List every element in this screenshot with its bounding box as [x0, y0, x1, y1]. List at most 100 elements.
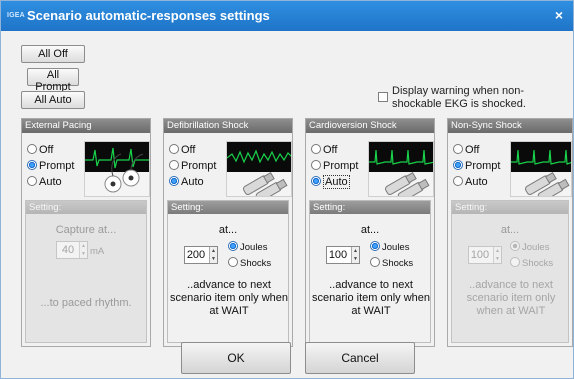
setting-footer: ...to paced rhythm. [40, 297, 132, 309]
shock-warning-label: Display warning when non-shockable EKG i… [392, 85, 526, 110]
radio-label: Prompt [39, 160, 75, 172]
setting-box: Setting: at... 100 ▲ ▼ Joules Shocks ..ad… [309, 200, 431, 343]
dialog-title: Scenario automatic-responses settings [27, 8, 270, 23]
radio-off[interactable]: Off [453, 143, 479, 157]
stepper-arrows-icon[interactable]: ▲ ▼ [351, 247, 359, 263]
stepper-value: 100 [328, 249, 348, 261]
stepper-arrows-icon[interactable]: ▲ ▼ [79, 242, 87, 258]
radio-prompt-button[interactable] [311, 160, 321, 170]
radio-off-button[interactable] [453, 144, 463, 154]
value-stepper[interactable]: 200 ▲ ▼ [184, 246, 218, 264]
unit-radio-button[interactable] [370, 257, 380, 267]
unit-radio-button[interactable] [228, 241, 238, 251]
setting-header: Setting: [310, 201, 430, 214]
unit-label: Joules [240, 242, 268, 253]
shock-warning-checkbox[interactable] [378, 92, 388, 102]
setting-prompt: at... [218, 224, 238, 236]
radio-auto-button[interactable] [27, 176, 37, 186]
radio-auto[interactable]: Auto [27, 175, 62, 189]
cancel-button[interactable]: Cancel [305, 342, 415, 374]
stepper-arrows-icon[interactable]: ▲ ▼ [209, 247, 217, 263]
radio-off[interactable]: Off [311, 143, 337, 157]
setting-box: Setting: at... 100 ▲ ▼ Joules Shocks ..ad… [451, 200, 569, 343]
value-stepper[interactable]: 40 ▲ ▼ [56, 241, 88, 259]
settings-dialog: IGEA Scenario automatic-responses settin… [0, 0, 574, 379]
stepper-value: 200 [186, 249, 206, 261]
panel-title: Non-Sync Shock [448, 119, 572, 133]
stepper-value: 100 [470, 249, 490, 261]
radio-label: Auto [323, 175, 350, 189]
radio-off-button[interactable] [169, 144, 179, 154]
unit-option-joules[interactable]: Joules [510, 241, 549, 254]
defibrillator-paddles-icon [510, 141, 572, 197]
radio-auto[interactable]: Auto [311, 175, 350, 189]
app-logo: IGEA [7, 12, 25, 19]
value-stepper[interactable]: 100 ▲ ▼ [468, 246, 502, 264]
unit-label: Shocks [522, 258, 554, 269]
unit-option-joules[interactable]: Joules [228, 241, 267, 254]
radio-auto[interactable]: Auto [169, 175, 204, 189]
setting-box: Setting: Capture at... 40 ▲ ▼ mA ...to pa… [25, 200, 147, 343]
defibrillator-paddles-icon [226, 141, 292, 197]
all-prompt-button[interactable]: All Prompt [27, 68, 79, 93]
unit-option-shocks[interactable]: Shocks [370, 257, 413, 270]
radio-label: Auto [465, 176, 488, 188]
radio-label: Off [465, 144, 480, 156]
unit-radio-button[interactable] [370, 241, 380, 251]
close-icon[interactable]: × [551, 7, 567, 23]
radio-prompt[interactable]: Prompt [27, 159, 74, 173]
unit-radio-button[interactable] [228, 257, 238, 267]
setting-prompt: Capture at... [55, 224, 117, 236]
radio-label: Prompt [323, 160, 359, 172]
all-auto-button[interactable]: All Auto [21, 91, 85, 109]
setting-header: Setting: [452, 201, 568, 214]
panel-non-sync-shock: Non-Sync Shock Off Prompt Auto Setting: … [447, 118, 573, 347]
radio-auto-button[interactable] [453, 176, 463, 186]
stepper-arrows-icon[interactable]: ▲ ▼ [493, 247, 501, 263]
panel-cardioversion-shock: Cardioversion Shock Off Prompt Auto Sett… [305, 118, 435, 347]
radio-label: Auto [39, 176, 62, 188]
panel-title: Cardioversion Shock [306, 119, 434, 133]
panel-title: Defibrillation Shock [164, 119, 292, 133]
radio-prompt-button[interactable] [453, 160, 463, 170]
unit-option-joules[interactable]: Joules [370, 241, 409, 254]
radio-auto-button[interactable] [169, 176, 179, 186]
setting-footer: ..advance to next scenario item only whe… [170, 279, 289, 317]
radio-label: Off [39, 144, 54, 156]
all-off-button[interactable]: All Off [21, 45, 85, 63]
panel-external-pacing: External Pacing Off Prompt Auto Setting:… [21, 118, 151, 347]
radio-label: Prompt [181, 160, 217, 172]
value-stepper[interactable]: 100 ▲ ▼ [326, 246, 360, 264]
stepper-value: 40 [61, 244, 75, 256]
panel-defibrillation-shock: Defibrillation Shock Off Prompt Auto Set… [163, 118, 293, 347]
panel-title: External Pacing [22, 119, 150, 133]
setting-footer: ..advance to next scenario item only whe… [466, 279, 556, 317]
unit-label: Shocks [240, 258, 272, 269]
radio-prompt[interactable]: Prompt [311, 159, 358, 173]
radio-off-button[interactable] [27, 144, 37, 154]
radio-off[interactable]: Off [27, 143, 53, 157]
unit-label: Joules [382, 242, 410, 253]
unit-label: mA [90, 246, 105, 257]
setting-footer: ..advance to next scenario item only whe… [312, 279, 431, 317]
radio-prompt-button[interactable] [27, 160, 37, 170]
unit-label: Shocks [382, 258, 414, 269]
unit-radio-button[interactable] [510, 241, 520, 251]
ok-button[interactable]: OK [181, 342, 291, 374]
setting-header: Setting: [168, 201, 288, 214]
radio-prompt[interactable]: Prompt [169, 159, 216, 173]
radio-prompt[interactable]: Prompt [453, 159, 500, 173]
radio-prompt-button[interactable] [169, 160, 179, 170]
unit-radio-button[interactable] [510, 257, 520, 267]
unit-label: Joules [522, 242, 550, 253]
radio-off[interactable]: Off [169, 143, 195, 157]
unit-option-shocks[interactable]: Shocks [510, 257, 553, 270]
radio-auto-button[interactable] [311, 176, 321, 186]
radio-off-button[interactable] [311, 144, 321, 154]
radio-label: Off [323, 144, 338, 156]
pacing-pads-icon [84, 141, 150, 197]
radio-label: Prompt [465, 160, 501, 172]
radio-auto[interactable]: Auto [453, 175, 488, 189]
setting-box: Setting: at... 200 ▲ ▼ Joules Shocks ..ad… [167, 200, 289, 343]
unit-option-shocks[interactable]: Shocks [228, 257, 271, 270]
